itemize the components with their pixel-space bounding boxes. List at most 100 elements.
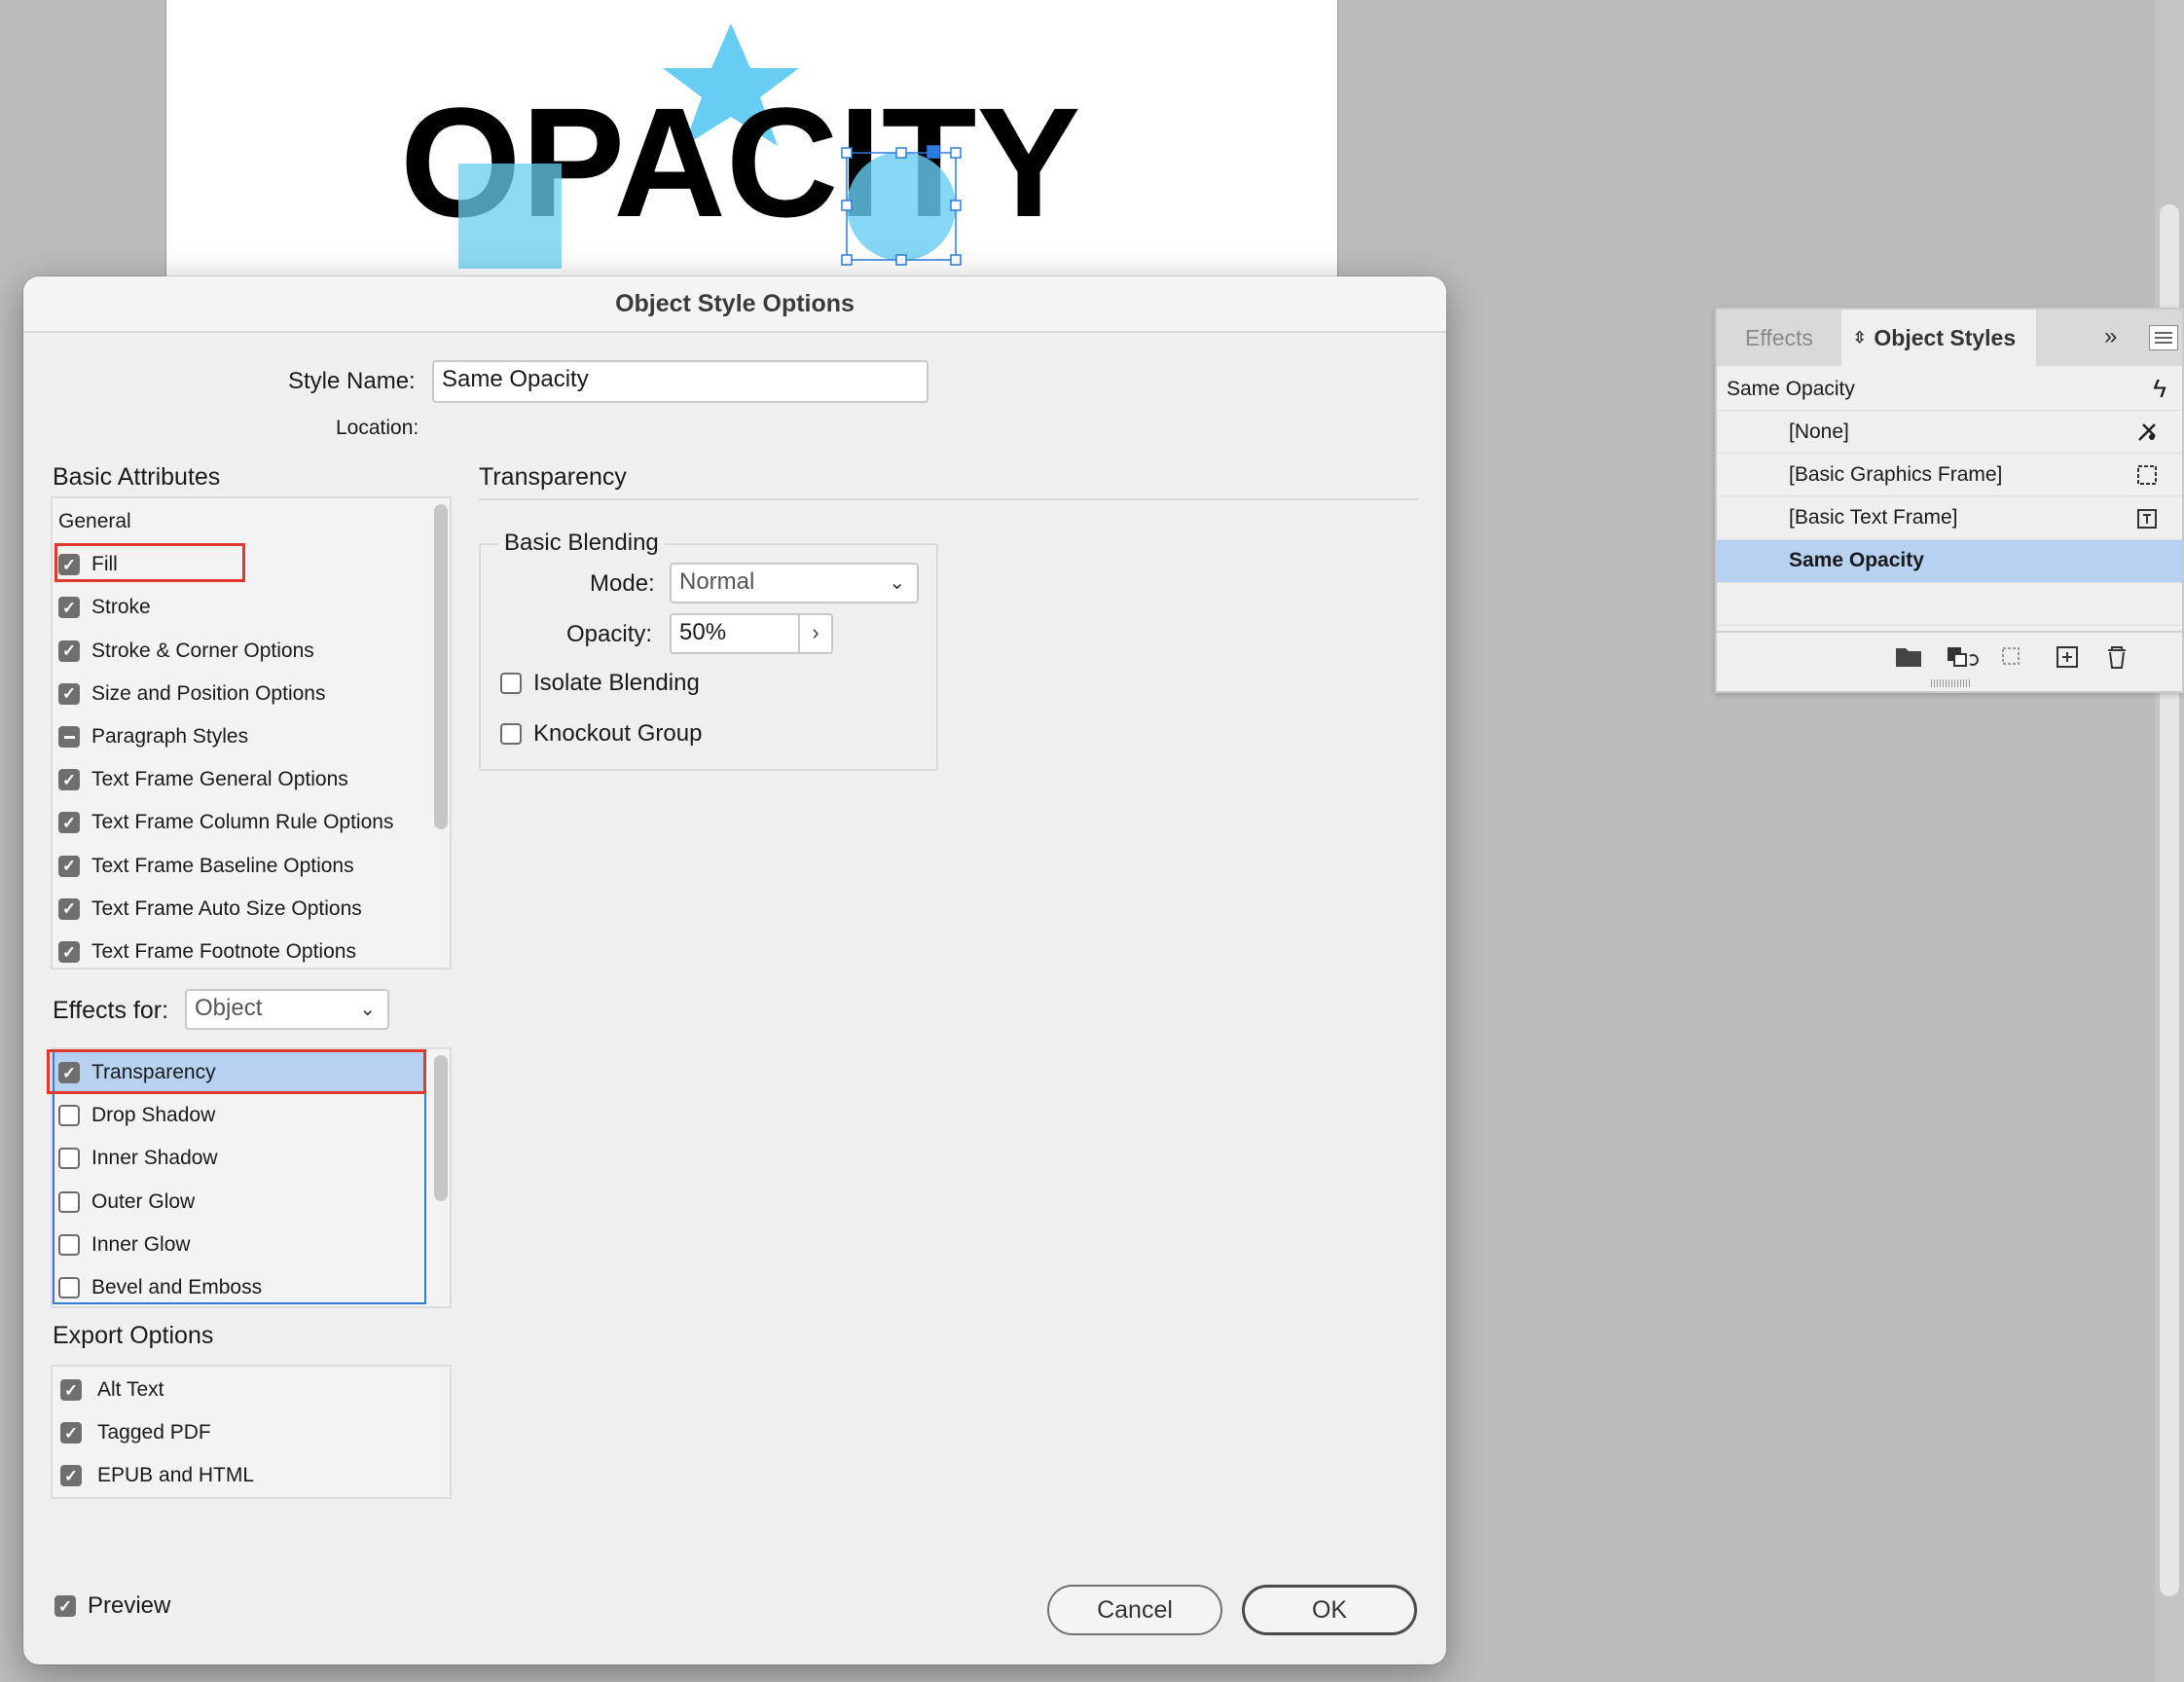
effects-for-value: Object — [195, 995, 263, 1021]
lightning-icon[interactable]: ϟ — [2153, 374, 2166, 404]
style-list-empty-row — [1717, 583, 2182, 627]
preview-label: Preview — [88, 1592, 171, 1619]
preview-checkbox[interactable]: Preview — [55, 1585, 170, 1627]
checkbox-icon — [58, 682, 80, 705]
style-name: Same Opacity — [1789, 549, 1924, 572]
isolate-blending-checkbox[interactable]: Isolate Blending — [500, 662, 700, 705]
artwork: OPACITY — [400, 23, 1080, 269]
checkbox-icon — [58, 941, 80, 963]
knockout-group-checkbox[interactable]: Knockout Group — [500, 713, 702, 755]
current-style-row: Same Opacity ϟ — [1717, 368, 2182, 411]
location-label: Location: — [336, 417, 419, 439]
style-list-item[interactable]: [Basic Text Frame] — [1717, 497, 2182, 540]
basic-attribute-label: Stroke & Corner Options — [91, 639, 314, 662]
checkbox-icon — [60, 1379, 82, 1401]
clear-attributes-icon — [2002, 647, 2020, 665]
export-options-title: Export Options — [53, 1322, 214, 1349]
effect-item[interactable]: Inner Shadow — [58, 1137, 218, 1180]
effect-label: Bevel and Emboss — [91, 1276, 263, 1298]
basic-attribute-item[interactable]: Paragraph Styles — [58, 715, 248, 758]
checkbox-icon — [58, 597, 80, 619]
style-name: [Basic Graphics Frame] — [1789, 462, 2003, 486]
checkbox-icon — [60, 1465, 82, 1486]
style-name: [None] — [1789, 420, 1849, 443]
basic-attribute-item[interactable]: Text Frame Auto Size Options — [58, 888, 362, 931]
effects-list[interactable]: TransparencyDrop ShadowInner ShadowOuter… — [47, 1047, 452, 1309]
style-list-item[interactable]: [Basic Graphics Frame] — [1717, 454, 2182, 497]
basic-attribute-label: Text Frame Baseline Options — [91, 854, 354, 877]
checkbox-icon — [58, 1233, 80, 1256]
chevron-down-icon: ⌄ — [359, 999, 376, 1020]
checkbox-icon — [58, 897, 80, 920]
export-options-list[interactable]: Alt Text Tagged PDF EPUB and HTML — [51, 1365, 452, 1499]
basic-attribute-item[interactable]: Stroke & Corner Options — [58, 630, 314, 673]
basic-attribute-item[interactable]: Text Frame Footnote Options — [58, 931, 356, 973]
tab-object-styles-label: Object Styles — [1874, 324, 2017, 350]
panel-menu-icon[interactable] — [2149, 325, 2178, 350]
dialog-title: Object Style Options — [615, 289, 855, 317]
basic-attribute-item[interactable]: Text Frame Column Rule Options — [58, 801, 393, 844]
collapse-panel-icon[interactable]: » — [2104, 323, 2117, 350]
basic-attribute-label: General — [58, 510, 131, 532]
folder-icon — [1896, 648, 1921, 667]
export-option-item[interactable]: EPUB and HTML — [60, 1454, 254, 1497]
basic-attribute-label: Text Frame Footnote Options — [91, 940, 356, 963]
style-name-label: Style Name: — [288, 368, 416, 394]
checkbox-icon — [58, 1105, 80, 1127]
trash-icon — [2108, 646, 2126, 669]
effect-label: Drop Shadow — [91, 1104, 216, 1127]
export-option-item[interactable]: Alt Text — [60, 1369, 164, 1411]
style-list-item[interactable]: [None] — [1717, 411, 2182, 454]
cancel-button[interactable]: Cancel — [1047, 1585, 1222, 1635]
current-style-name: Same Opacity — [1727, 377, 1855, 400]
document-page[interactable]: OPACITY — [165, 0, 1338, 292]
effects-list-scrollbar[interactable] — [434, 1055, 448, 1201]
transparency-title: Transparency — [479, 463, 627, 491]
export-option-item[interactable]: Tagged PDF — [60, 1411, 211, 1454]
effects-for-select[interactable]: Object ⌄ — [185, 989, 389, 1030]
effect-item[interactable]: Inner Glow — [58, 1224, 191, 1266]
style-name-input[interactable]: Same Opacity — [432, 360, 928, 403]
opacity-slider-toggle-icon[interactable]: › — [798, 613, 833, 654]
text-frame-icon — [2135, 507, 2159, 530]
basic-attributes-title: Basic Attributes — [53, 463, 221, 491]
tab-object-styles[interactable]: ⇳ Object Styles — [1841, 310, 2036, 366]
object-style-options-dialog: Object Style Options Style Name: Same Op… — [23, 276, 1446, 1664]
ok-button[interactable]: OK — [1242, 1585, 1417, 1635]
knockout-group-label: Knockout Group — [533, 720, 703, 747]
canvas-vertical-scrollbar[interactable] — [2155, 0, 2184, 1682]
style-list-item[interactable]: Same Opacity — [1717, 539, 2182, 583]
style-name: [Basic Text Frame] — [1789, 506, 1958, 530]
tab-effects[interactable]: Effects — [1717, 310, 1841, 366]
basic-attribute-item[interactable]: Text Frame General Options — [58, 758, 348, 801]
effects-for-label: Effects for: — [53, 997, 169, 1024]
basic-attribute-item[interactable]: General — [58, 500, 131, 543]
basic-attribute-item[interactable]: Size and Position Options — [58, 673, 325, 715]
effect-label: Inner Shadow — [91, 1147, 218, 1170]
effect-item[interactable]: Bevel and Emboss — [58, 1266, 262, 1309]
checkbox-icon — [55, 1595, 76, 1617]
checkbox-icon — [58, 1277, 80, 1298]
clear-overrides-icon — [1947, 647, 1979, 667]
checkbox-icon — [500, 673, 522, 694]
opacity-input[interactable]: 50% — [670, 613, 800, 654]
opacity-label: Opacity: — [566, 621, 653, 647]
new-style-icon — [2057, 646, 2078, 668]
tab-updown-icon: ⇳ — [1853, 330, 1867, 347]
basic-attributes-scrollbar[interactable] — [434, 504, 448, 829]
export-option-label: EPUB and HTML — [97, 1464, 255, 1486]
basic-attribute-item[interactable]: Stroke — [58, 586, 151, 629]
effect-item[interactable]: Outer Glow — [58, 1181, 195, 1224]
checkbox-icon — [58, 769, 80, 791]
panel-footer-toolbar — [1896, 646, 2126, 669]
panel-tabs: Effects ⇳ Object Styles » — [1717, 310, 2182, 366]
effect-item[interactable]: Drop Shadow — [58, 1094, 215, 1137]
mode-select[interactable]: Normal ⌄ — [670, 563, 919, 603]
panel-resize-grip[interactable] — [1931, 679, 1972, 687]
export-option-label: Alt Text — [97, 1378, 164, 1401]
basic-attributes-list[interactable]: GeneralFillStrokeStroke & Corner Options… — [51, 496, 452, 969]
object-styles-panel: Effects ⇳ Object Styles » Same Opacity ϟ… — [1715, 308, 2184, 693]
basic-attribute-label: Text Frame Auto Size Options — [91, 896, 362, 920]
basic-attribute-item[interactable]: Text Frame Baseline Options — [58, 845, 354, 888]
highlight-box — [47, 1049, 426, 1094]
